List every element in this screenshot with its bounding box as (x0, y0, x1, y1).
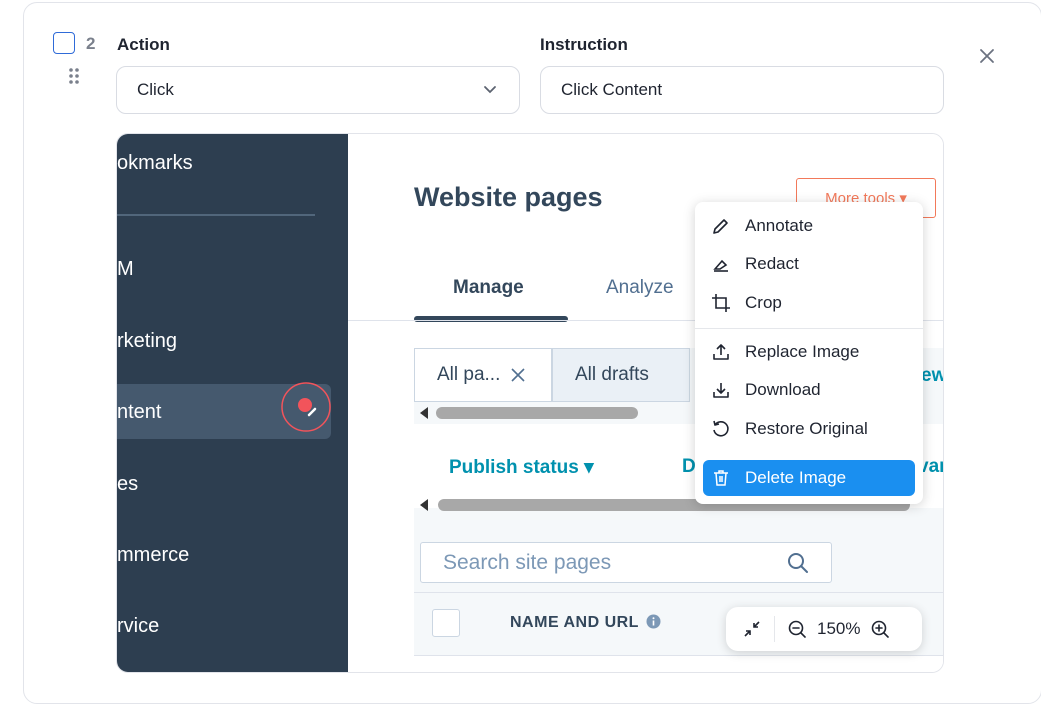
pencil-icon (713, 219, 728, 234)
menu-item-redact[interactable]: Redact (703, 246, 915, 282)
zoom-level: 150% (817, 619, 861, 638)
menu-item-crop[interactable]: Crop (703, 285, 915, 321)
close-tab-icon[interactable] (510, 367, 526, 383)
tab-underline (414, 316, 568, 322)
sidebar-item-content: ntent (117, 401, 162, 423)
menu-item-annotate[interactable]: Annotate (703, 208, 915, 244)
zoom-controls: 150% (726, 607, 922, 651)
filter-tab-all-drafts[interactable]: All drafts (552, 348, 690, 402)
menu-item-crop-label: Crop (745, 293, 782, 312)
menu-item-download-label: Download (745, 380, 821, 399)
filter-tab-all-pages-label: All pa... (437, 364, 501, 385)
filter-tab-all-pages[interactable]: All pa... (414, 348, 552, 402)
menu-item-annotate-label: Annotate (745, 216, 814, 235)
step-number: 2 (86, 34, 96, 53)
redact-icon (713, 259, 728, 272)
sidebar-divider (117, 214, 315, 216)
menu-item-redact-label: Redact (745, 254, 799, 273)
action-select-value: Click (137, 80, 174, 99)
sidebar-item-commerce: mmerce (117, 544, 190, 566)
menu-item-replace-image-label: Replace Image (745, 342, 860, 361)
menu-item-replace-image[interactable]: Replace Image (703, 334, 915, 370)
collapse-icon[interactable] (742, 619, 762, 639)
table-row (414, 655, 943, 672)
menu-item-delete-image-label: Delete Image (745, 468, 847, 487)
tab-analyze[interactable]: Analyze (606, 277, 674, 299)
action-select[interactable]: Click (116, 66, 520, 114)
search-placeholder: Search site pages (443, 550, 612, 574)
sidebar-item-marketing: rketing (117, 330, 178, 352)
upload-icon (713, 344, 729, 360)
download-icon (713, 383, 729, 398)
tab-manage[interactable]: Manage (453, 277, 524, 299)
sidebar-item-sales: es (117, 473, 139, 495)
search-icon[interactable] (787, 552, 809, 574)
close-icon[interactable] (976, 45, 998, 67)
date-filter[interactable]: D (682, 456, 696, 478)
menu-item-download[interactable]: Download (703, 372, 915, 408)
menu-divider (695, 328, 923, 329)
zoom-in-icon[interactable] (870, 619, 890, 639)
restore-icon (713, 420, 729, 437)
instruction-input-value: Click Content (561, 80, 663, 99)
instruction-input[interactable]: Click Content (540, 66, 944, 114)
image-actions-menu: Annotate Redact Crop Replace Image Downl… (695, 202, 923, 504)
screenshot-sidebar: okmarks M rketing ntent es mmerce rvice (117, 134, 348, 672)
zoom-divider (774, 616, 775, 642)
action-label: Action (117, 35, 170, 54)
zoom-out-icon[interactable] (787, 619, 807, 639)
instruction-label: Instruction (540, 35, 628, 54)
select-all-checkbox[interactable] (432, 609, 460, 637)
step-checkbox[interactable] (53, 32, 75, 54)
scroll-left-arrow-icon[interactable] (420, 499, 428, 511)
sidebar-item-bookmarks: okmarks (117, 152, 193, 174)
search-input[interactable]: Search site pages (420, 542, 832, 583)
crop-icon (712, 294, 730, 312)
publish-status-filter[interactable]: Publish status ▾ (449, 456, 594, 479)
sidebar-item-crm: M (117, 258, 134, 280)
menu-item-restore-original[interactable]: Restore Original (703, 411, 915, 447)
column-header-name-url[interactable]: NAME AND URL (510, 614, 639, 632)
sidebar-item-service: rvice (117, 615, 160, 637)
menu-item-delete-image[interactable]: Delete Image (703, 460, 915, 496)
drag-handle-icon[interactable] (68, 67, 80, 85)
page-title: Website pages (414, 182, 603, 212)
click-marker-icon[interactable] (280, 381, 332, 433)
view-link[interactable]: ew (921, 365, 943, 387)
chevron-down-icon (484, 86, 496, 94)
scroll-left-arrow-icon[interactable] (420, 407, 428, 419)
menu-item-restore-original-label: Restore Original (745, 419, 868, 438)
trash-icon (714, 470, 728, 486)
info-icon[interactable] (646, 614, 661, 629)
step-screenshot[interactable]: okmarks M rketing ntent es mmerce rvice … (116, 133, 944, 673)
horizontal-scrollbar[interactable] (436, 407, 638, 419)
